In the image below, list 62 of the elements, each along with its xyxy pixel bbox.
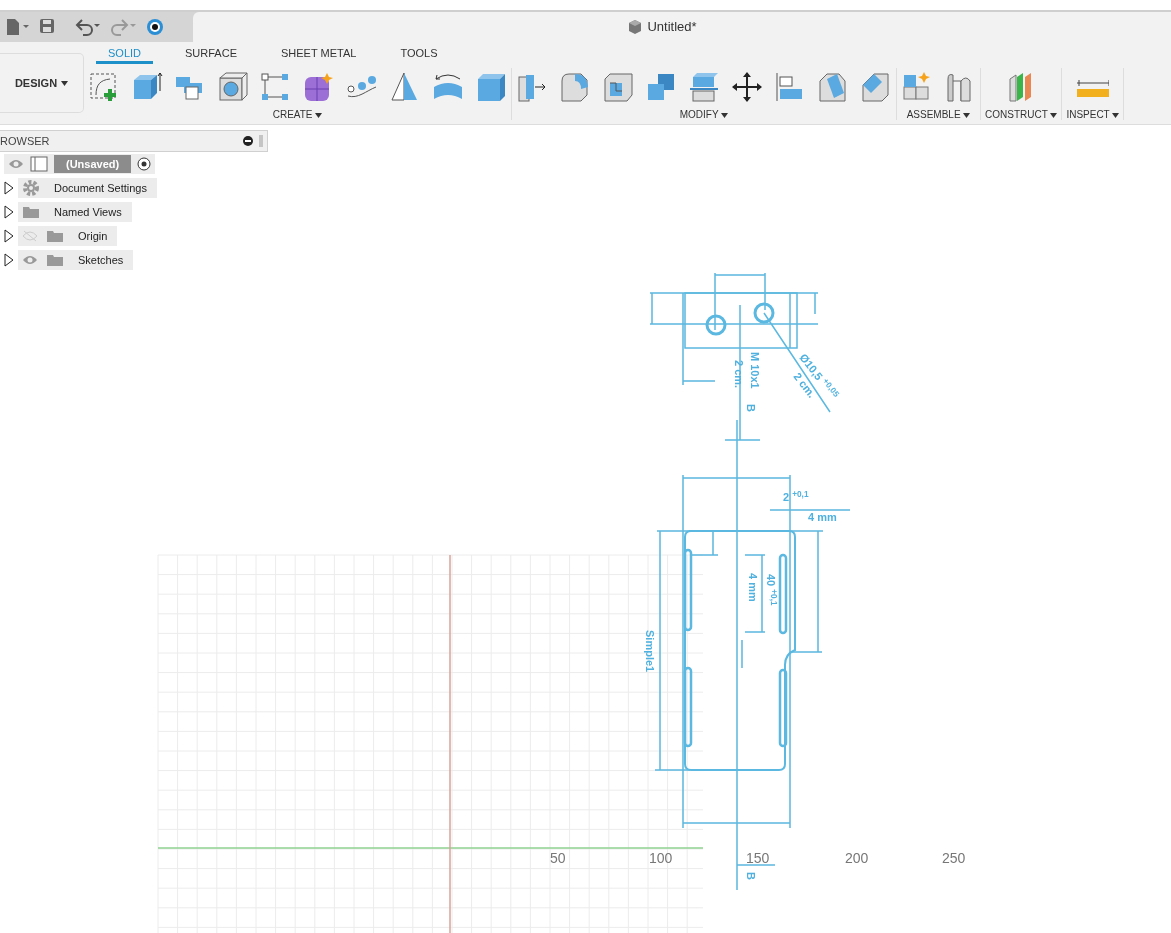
caret-icon	[315, 112, 323, 118]
caret-icon	[721, 112, 729, 118]
shell-icon[interactable]	[602, 71, 634, 103]
panel-handle-icon[interactable]	[259, 135, 263, 147]
browser-item[interactable]: Named Views	[18, 202, 132, 222]
caret-icon	[1050, 112, 1058, 118]
file-icon[interactable]	[4, 17, 32, 37]
dimension-label: Simple1	[644, 630, 655, 673]
item-label: Document Settings	[54, 180, 147, 196]
panel-title: ROWSER	[0, 133, 51, 149]
toolbar-tab[interactable]: SURFACE	[185, 42, 237, 64]
dimension-label: 2 cm.	[733, 360, 744, 389]
design-workspace-button[interactable]: DESIGN	[0, 53, 84, 113]
move-arrows-icon[interactable]	[731, 71, 763, 103]
gear-icon	[22, 179, 40, 197]
item-label: Named Views	[54, 204, 122, 220]
toolbar-group-menu[interactable]: CREATE	[272, 110, 323, 120]
job-status-icon[interactable]	[146, 17, 166, 37]
axis-label: 200	[845, 851, 869, 865]
document-tab[interactable]: Untitled*	[193, 12, 1171, 42]
eye-icon[interactable]	[22, 255, 38, 265]
hole-block-icon[interactable]	[217, 71, 249, 103]
toolbar-group-menu[interactable]: CONSTRUCT	[985, 110, 1058, 120]
axis-label: 250	[942, 851, 966, 865]
cube-icon	[627, 19, 644, 35]
toolbar-group-menu[interactable]: ASSEMBLE	[906, 110, 971, 120]
browser-item[interactable]: Origin	[18, 226, 118, 246]
split-body-icon[interactable]	[688, 71, 720, 103]
dimension-label: 4 mm	[808, 512, 837, 523]
dimension-label: B	[745, 872, 756, 880]
item-label: Sketches	[78, 252, 124, 268]
browser-item[interactable]: Document Settings	[18, 178, 157, 198]
axis-label: 50	[550, 851, 566, 865]
caret-icon	[1112, 112, 1120, 118]
eye-icon[interactable]	[8, 159, 24, 169]
dimension-label: B	[745, 404, 756, 412]
dimension-label: 4 mm	[747, 573, 758, 602]
fillet-icon[interactable]	[559, 71, 591, 103]
item-label: Origin	[78, 228, 108, 244]
active-radio-icon[interactable]	[137, 157, 152, 171]
root-label: (Unsaved)	[54, 155, 132, 173]
axis-label: 150	[746, 851, 770, 865]
toolbar-group-menu[interactable]: INSPECT	[1066, 110, 1120, 120]
toolbar-tab[interactable]: SHEET METAL	[281, 42, 357, 64]
toolbar-group-menu[interactable]: MODIFY	[679, 110, 729, 120]
collapse-icon[interactable]	[243, 136, 253, 146]
caret-icon	[963, 112, 971, 118]
dimension-label: M 10x1	[749, 352, 760, 389]
caret-icon	[61, 80, 69, 86]
axis-label: 100	[649, 851, 673, 865]
folder-icon	[46, 253, 64, 267]
component-icon	[30, 156, 48, 172]
draft-face-icon[interactable]	[817, 71, 849, 103]
stacked-cubes-icon[interactable]	[645, 71, 677, 103]
browser-item[interactable]: Sketches	[18, 250, 134, 270]
dimension-label: 2 $^{+0,1}$	[783, 492, 809, 503]
box-icon[interactable]	[475, 71, 507, 103]
folder-icon	[22, 205, 40, 219]
form-cube-icon[interactable]	[303, 71, 335, 103]
folder-icon	[46, 229, 64, 243]
toolbar-tab[interactable]: TOOLS	[400, 42, 438, 64]
chamfer-icon[interactable]	[860, 71, 892, 103]
